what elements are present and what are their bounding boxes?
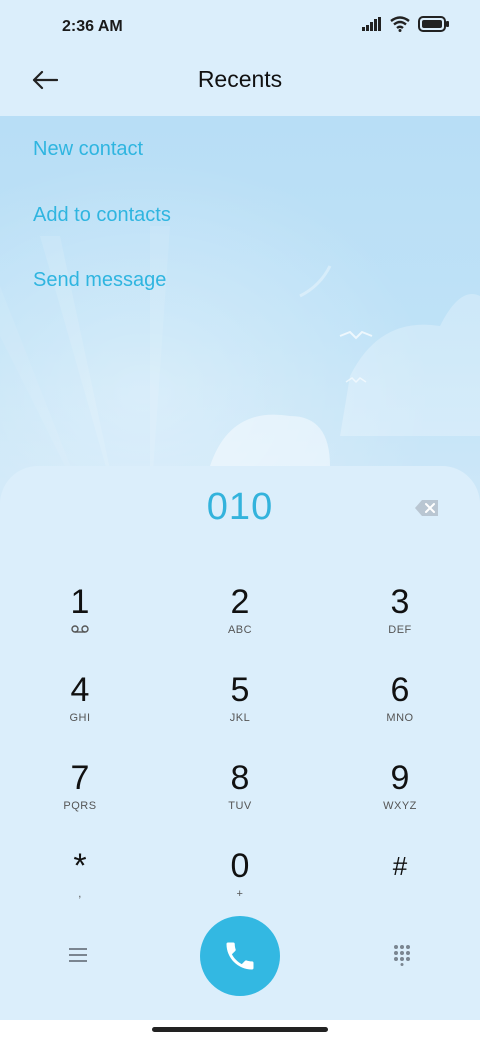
backspace-button[interactable] <box>414 498 440 518</box>
signal-icon <box>362 17 381 31</box>
add-to-contacts-link[interactable]: Add to contacts <box>33 204 171 227</box>
menu-icon <box>69 948 87 962</box>
send-message-link[interactable]: Send message <box>33 269 166 292</box>
key-7[interactable]: 7 PQRS <box>15 758 145 830</box>
key-3[interactable]: 3 DEF <box>335 582 465 654</box>
status-time: 2:36 AM <box>62 18 123 35</box>
wifi-icon <box>390 16 410 32</box>
key-1[interactable]: 1 <box>15 582 145 654</box>
key-0[interactable]: 0 + <box>175 846 305 918</box>
dialpad-icon <box>394 945 410 966</box>
key-digit: 1 <box>70 583 90 621</box>
key-digit: 9 <box>390 759 410 797</box>
key-digit: 3 <box>390 583 410 621</box>
key-9[interactable]: 9 WXYZ <box>335 758 465 830</box>
backspace-icon <box>415 500 438 516</box>
key-letters: DEF <box>388 624 412 636</box>
voicemail-icon <box>71 624 89 638</box>
key-digit: 7 <box>70 759 90 797</box>
call-button[interactable] <box>200 916 280 996</box>
new-contact-link[interactable]: New contact <box>33 138 143 161</box>
key-digit: 2 <box>230 583 250 621</box>
key-5[interactable]: 5 JKL <box>175 670 305 742</box>
key-hash[interactable]: # <box>335 846 465 918</box>
key-digit: 6 <box>390 671 410 709</box>
key-6[interactable]: 6 MNO <box>335 670 465 742</box>
key-digit: * <box>73 847 87 885</box>
key-digit: 5 <box>230 671 250 709</box>
sky-decoration <box>0 116 480 516</box>
dialed-number[interactable]: 010 <box>0 486 480 529</box>
key-letters: PQRS <box>63 800 97 812</box>
menu-button[interactable] <box>66 945 90 965</box>
key-letters: , <box>78 888 82 900</box>
key-letters: JKL <box>229 712 251 724</box>
key-8[interactable]: 8 TUV <box>175 758 305 830</box>
key-digit: 8 <box>230 759 250 797</box>
key-letters: GHI <box>69 712 91 724</box>
wallpaper-area: New contact Add to contacts Send message <box>0 116 480 516</box>
battery-icon <box>418 16 449 32</box>
key-digit: 4 <box>70 671 90 709</box>
phone-icon <box>226 942 254 970</box>
key-4[interactable]: 4 GHI <box>15 670 145 742</box>
key-letters: MNO <box>386 712 414 724</box>
top-bar: 2:36 AM Recents <box>0 0 480 116</box>
key-digit: 0 <box>230 847 250 885</box>
key-letters: + <box>236 888 244 900</box>
key-digit: # <box>392 851 408 881</box>
key-star[interactable]: * , <box>15 846 145 918</box>
key-letters: ABC <box>227 624 253 636</box>
keypad-toggle-button[interactable] <box>392 944 412 966</box>
status-icons <box>362 16 450 32</box>
page-title: Recents <box>197 66 283 92</box>
home-indicator[interactable] <box>152 1027 328 1032</box>
key-letters: WXYZ <box>383 800 417 812</box>
key-2[interactable]: 2 ABC <box>175 582 305 654</box>
key-letters: TUV <box>228 800 252 812</box>
